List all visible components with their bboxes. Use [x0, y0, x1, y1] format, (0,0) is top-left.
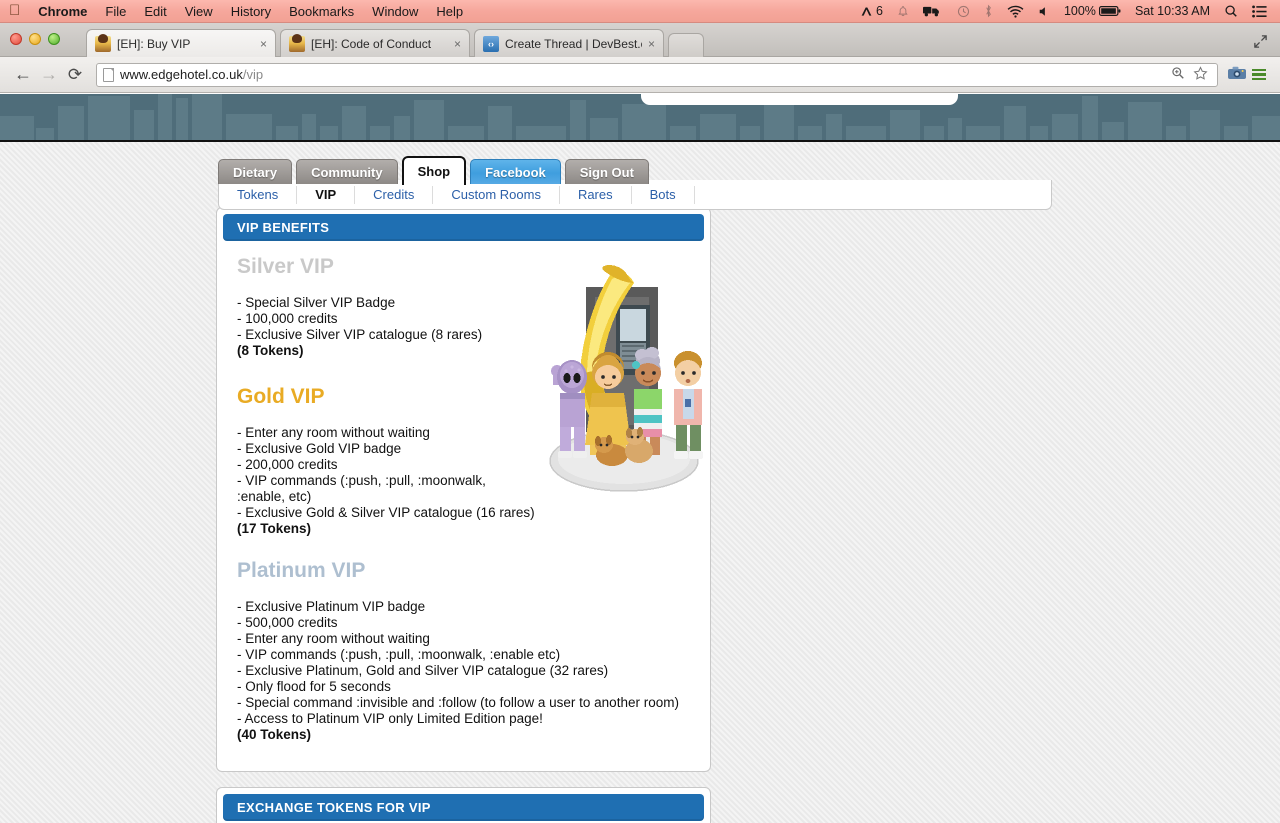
edgehotel-icon [95, 33, 111, 52]
new-tab-button[interactable] [668, 33, 704, 57]
subnav-item-bots[interactable]: Bots [632, 185, 695, 204]
tier-title-platinum: Platinum VIP [237, 559, 366, 582]
tab-title: Create Thread | DevBest.co [505, 36, 642, 51]
nav-tab-facebook[interactable]: Facebook [470, 159, 561, 184]
exchange-tokens-panel: EXCHANGE TOKENS FOR VIP [216, 787, 711, 823]
list-item: - Exclusive Gold & Silver VIP catalogue … [237, 505, 535, 520]
menu-item-chrome[interactable]: Chrome [29, 4, 96, 19]
list-item: - Access to Platinum VIP only Limited Ed… [237, 711, 543, 726]
menu-item-bookmarks[interactable]: Bookmarks [280, 4, 363, 19]
browser-tab[interactable]: [EH]: Buy VIP × [86, 29, 276, 57]
reload-icon[interactable]: ⟳ [62, 65, 88, 85]
menu-item-history[interactable]: History [222, 4, 280, 19]
web-page-viewport: Dietary Community Shop Facebook Sign Out… [0, 94, 1280, 823]
site-main-navigation: Dietary Community Shop Facebook Sign Out [218, 156, 653, 185]
apple-logo-icon[interactable]:  [9, 3, 20, 18]
close-icon[interactable]: × [648, 37, 655, 51]
bell-icon[interactable] [890, 5, 916, 18]
alfred-badge-count: 6 [876, 4, 883, 18]
list-item: - Exclusive Platinum, Gold and Silver VI… [237, 663, 609, 678]
camera-extension-icon[interactable] [1226, 65, 1248, 84]
menu-item-view[interactable]: View [176, 4, 222, 19]
chrome-browser-window: [EH]: Buy VIP × [EH]: Code of Conduct × … [0, 23, 1280, 823]
tier-token-price-gold: (17 Tokens) [237, 521, 312, 536]
url-host: www.edgehotel.co.uk [120, 67, 243, 82]
menu-item-edit[interactable]: Edit [135, 4, 175, 19]
list-item: - Exclusive Platinum VIP badge [237, 599, 426, 614]
window-traffic-lights [10, 33, 60, 45]
subnav-item-tokens[interactable]: Tokens [219, 185, 298, 204]
tab-title: [EH]: Buy VIP [117, 36, 191, 51]
nav-tab-dietary[interactable]: Dietary [218, 159, 293, 184]
browser-tab[interactable]: ‹› Create Thread | DevBest.co × [474, 29, 664, 57]
edgehotel-icon [289, 33, 305, 52]
url-path: /vip [242, 67, 264, 82]
vip-benefits-body: Silver VIP - Special Silver VIP Badge - … [223, 241, 704, 743]
tab-title: [EH]: Code of Conduct [311, 36, 432, 51]
battery-icon [1098, 6, 1121, 16]
shop-sub-navigation: Tokens VIP Credits Custom Rooms Rares Bo… [218, 180, 1052, 210]
truck-icon[interactable] [916, 5, 950, 17]
zoom-in-icon[interactable] [1167, 66, 1189, 83]
nav-tab-community[interactable]: Community [296, 159, 398, 184]
close-icon[interactable]: × [260, 37, 267, 51]
page-document-icon [103, 67, 114, 82]
panel-title-vip-benefits: VIP BENEFITS [223, 214, 704, 241]
subnav-item-vip[interactable]: VIP [297, 185, 356, 204]
site-search-box[interactable] [641, 94, 958, 105]
habbo-vip-group-artwork [538, 264, 708, 497]
battery-status[interactable]: 100% [1057, 4, 1128, 18]
macos-menu-bar:  Chrome File Edit View History Bookmark… [0, 0, 1280, 23]
tab-strip: [EH]: Buy VIP × [EH]: Code of Conduct × … [0, 23, 1280, 57]
list-item: - Enter any room without waiting [237, 631, 430, 646]
expand-arrows-icon[interactable] [1248, 31, 1272, 51]
list-item: - Only flood for 5 seconds [237, 679, 391, 694]
list-item: - Special command :invisible and :follow… [237, 695, 679, 710]
wifi-icon[interactable] [1000, 5, 1031, 18]
alfred-icon[interactable]: 6 [853, 4, 890, 18]
browser-tab[interactable]: [EH]: Code of Conduct × [280, 29, 470, 57]
menu-bar-clock[interactable]: Sat 10:33 AM [1128, 4, 1217, 18]
nav-tab-sign-out[interactable]: Sign Out [564, 159, 649, 184]
menu-bar-status-area: 6 100% Sat 10:33 AM [853, 4, 1280, 18]
panel-title-exchange-tokens: EXCHANGE TOKENS FOR VIP [223, 794, 704, 821]
devbest-icon: ‹› [483, 35, 499, 52]
vip-benefits-panel: VIP BENEFITS Silver VIP - Special Silver… [216, 207, 711, 772]
browser-toolbar: ← → ⟳ www.edgehotel.co.uk /vip [0, 57, 1280, 93]
menu-item-window[interactable]: Window [363, 4, 427, 19]
list-item: - VIP commands (:push, :pull, :moonwalk,… [237, 647, 561, 662]
hamburger-menu-icon[interactable] [1248, 68, 1270, 81]
vip-tier-platinum: Platinum VIP - Exclusive Platinum VIP ba… [237, 559, 690, 743]
address-bar[interactable]: www.edgehotel.co.uk /vip [96, 62, 1218, 87]
subnav-item-custom-rooms[interactable]: Custom Rooms [433, 185, 560, 204]
minimize-window-button[interactable] [29, 33, 41, 45]
city-skyline-graphic [0, 94, 1280, 140]
close-window-button[interactable] [10, 33, 22, 45]
volume-icon[interactable] [1031, 5, 1057, 18]
back-arrow-icon[interactable]: ← [10, 64, 36, 85]
menu-item-help[interactable]: Help [427, 4, 472, 19]
forward-arrow-icon[interactable]: → [36, 64, 62, 85]
subnav-item-rares[interactable]: Rares [560, 185, 632, 204]
tier-benefit-list-platinum: - Exclusive Platinum VIP badge - 500,000… [237, 599, 690, 727]
site-header-banner [0, 94, 1280, 142]
close-icon[interactable]: × [454, 37, 461, 51]
list-item: - 500,000 credits [237, 615, 338, 630]
notification-center-icon[interactable] [1245, 4, 1274, 18]
star-icon[interactable] [1189, 65, 1211, 84]
tier-token-price-platinum: (40 Tokens) [237, 727, 312, 742]
subnav-item-credits[interactable]: Credits [355, 185, 434, 204]
menu-item-file[interactable]: File [96, 4, 135, 19]
battery-percent-label: 100% [1063, 4, 1096, 18]
bluetooth-icon[interactable] [977, 4, 1000, 18]
zoom-window-button[interactable] [48, 33, 60, 45]
nav-tab-shop[interactable]: Shop [401, 156, 467, 185]
spotlight-search-icon[interactable] [1217, 4, 1245, 18]
time-machine-icon[interactable] [950, 5, 977, 18]
